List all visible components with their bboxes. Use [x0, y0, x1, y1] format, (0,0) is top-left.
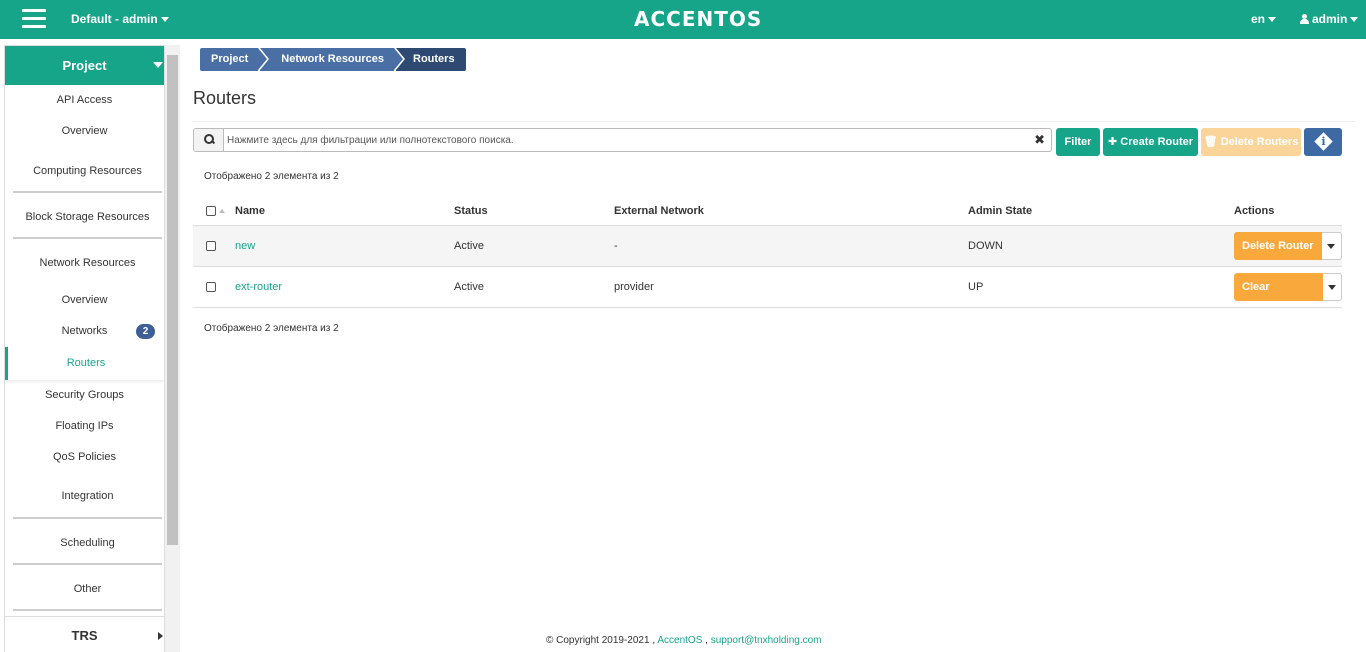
language-switcher[interactable]: en — [1251, 12, 1277, 26]
project-switcher-label: Default - admin — [71, 12, 158, 26]
column-external-network[interactable]: External Network — [614, 205, 704, 217]
sidebar-item-routers[interactable]: Routers — [5, 347, 164, 380]
top-navbar: Default - admin ACCENTOS en admin — [0, 0, 1366, 39]
trash-icon: 🗑 — [1203, 136, 1221, 148]
create-router-label: Create Router — [1120, 136, 1194, 148]
create-router-button[interactable]: ✚ Create Router — [1103, 128, 1198, 156]
sidebar-project-label: Project — [62, 58, 107, 73]
items-count-bottom: Отображено 2 элемента из 2 — [204, 323, 339, 334]
sidebar-trs-label: TRS — [71, 628, 98, 643]
row-actions: Delete Router — [1234, 232, 1342, 260]
sidebar-item-floating-ips[interactable]: Floating IPs — [5, 411, 164, 442]
sidebar: Project API Access Overview Computing Re… — [4, 45, 165, 652]
sort-asc-icon[interactable] — [219, 209, 225, 213]
delete-routers-button[interactable]: 🗑 Delete Routers — [1201, 128, 1301, 156]
sidebar-project[interactable]: Project — [5, 46, 164, 85]
router-external-network: provider — [614, 281, 654, 293]
sidebar-trs[interactable]: TRS — [5, 616, 164, 652]
breadcrumb: Project Network Resources Routers — [200, 48, 468, 71]
sidebar-item-networks[interactable]: Networks 2 — [5, 316, 164, 347]
breadcrumb-routers: Routers — [396, 48, 466, 71]
table-row: ext-router Active provider UP Clear Gate… — [193, 267, 1342, 321]
caret-down-icon — [153, 62, 163, 68]
sidebar-item-overview[interactable]: Overview — [5, 116, 164, 147]
delete-routers-label: Delete Routers — [1220, 136, 1299, 148]
scrollbar-thumb[interactable] — [167, 55, 178, 545]
search-bar: ✖ — [193, 128, 1052, 152]
column-admin-state[interactable]: Admin State — [968, 205, 1032, 217]
clear-gateway-button[interactable]: Clear Gateway — [1234, 273, 1323, 321]
footer-separator: , — [705, 635, 708, 646]
caret-down-icon — [160, 17, 169, 23]
row-actions: Clear Gateway — [1234, 273, 1342, 321]
footer: © Copyright 2019-2021 , AccentOS , suppo… — [546, 635, 822, 646]
caret-down-icon — [1350, 17, 1359, 23]
footer-brand-link[interactable]: AccentOS — [657, 635, 702, 646]
router-external-network: - — [614, 240, 618, 252]
title-divider — [193, 121, 1355, 122]
router-name-link[interactable]: ext-router — [235, 281, 282, 293]
chevron-right-icon — [158, 632, 163, 640]
logo: ACCENTOS — [634, 7, 763, 31]
router-name-link[interactable]: new — [235, 240, 255, 252]
column-status[interactable]: Status — [454, 205, 488, 217]
actions-dropdown-toggle[interactable] — [1321, 232, 1342, 260]
search-addon[interactable] — [194, 129, 224, 151]
footer-copyright: © Copyright 2019-2021 , — [546, 635, 656, 646]
table-header: Name Status External Network Admin State… — [193, 196, 1342, 226]
sidebar-item-label: Networks — [61, 325, 108, 337]
router-admin-state: UP — [968, 281, 984, 293]
user-menu[interactable]: admin — [1300, 12, 1359, 26]
table-row: new Active - DOWN Delete Router — [193, 226, 1342, 267]
router-status: Active — [454, 281, 484, 293]
footer-email-link[interactable]: support@tnxholding.com — [711, 635, 822, 646]
routers-table: Name Status External Network Admin State… — [193, 196, 1342, 321]
row-checkbox[interactable] — [206, 241, 216, 251]
sidebar-item-security-groups[interactable]: Security Groups — [5, 380, 164, 411]
plus-icon: ✚ — [1107, 136, 1121, 148]
row-checkbox[interactable] — [206, 282, 216, 292]
page-title: Routers — [193, 88, 257, 108]
sidebar-group-scheduling[interactable]: Scheduling — [13, 519, 162, 565]
select-all-checkbox[interactable] — [206, 206, 216, 216]
info-icon: i — [1313, 131, 1333, 151]
sidebar-item-qos-policies[interactable]: QoS Policies — [5, 442, 164, 473]
filter-button[interactable]: Filter — [1056, 128, 1100, 156]
caret-down-icon — [1268, 17, 1277, 23]
sidebar-item-api-access[interactable]: API Access — [5, 85, 164, 116]
search-input[interactable] — [227, 131, 1027, 149]
column-name[interactable]: Name — [235, 205, 265, 217]
items-count-top: Отображено 2 элемента из 2 — [204, 171, 339, 182]
user-label: admin — [1312, 12, 1348, 26]
router-admin-state: DOWN — [968, 240, 1003, 252]
sidebar-group-computing[interactable]: Computing Resources — [13, 147, 162, 193]
sidebar-scrollbar[interactable] — [165, 45, 180, 652]
breadcrumb-project[interactable]: Project — [200, 48, 270, 71]
router-status: Active — [454, 240, 484, 252]
actions-dropdown-toggle[interactable] — [1322, 273, 1342, 301]
info-icon-glyph: i — [1320, 134, 1326, 148]
sidebar-group-block-storage[interactable]: Block Storage Resources — [13, 193, 162, 239]
hamburger-menu-icon[interactable] — [22, 9, 46, 29]
info-button[interactable]: i — [1304, 128, 1342, 156]
project-switcher[interactable]: Default - admin — [71, 12, 169, 26]
sidebar-item-network-overview[interactable]: Overview — [5, 285, 164, 316]
user-icon — [1300, 14, 1309, 24]
language-label: en — [1251, 12, 1266, 26]
sidebar-group-other[interactable]: Other — [13, 565, 162, 611]
sidebar-group-integration[interactable]: Integration — [13, 473, 162, 519]
clear-icon[interactable]: ✖ — [1034, 132, 1045, 148]
networks-count-badge: 2 — [136, 324, 155, 339]
delete-router-button[interactable]: Delete Router — [1234, 232, 1322, 260]
search-icon — [204, 134, 214, 144]
breadcrumb-network-resources[interactable]: Network Resources — [260, 48, 405, 71]
sidebar-group-network[interactable]: Network Resources — [13, 239, 162, 285]
column-actions: Actions — [1234, 205, 1275, 217]
